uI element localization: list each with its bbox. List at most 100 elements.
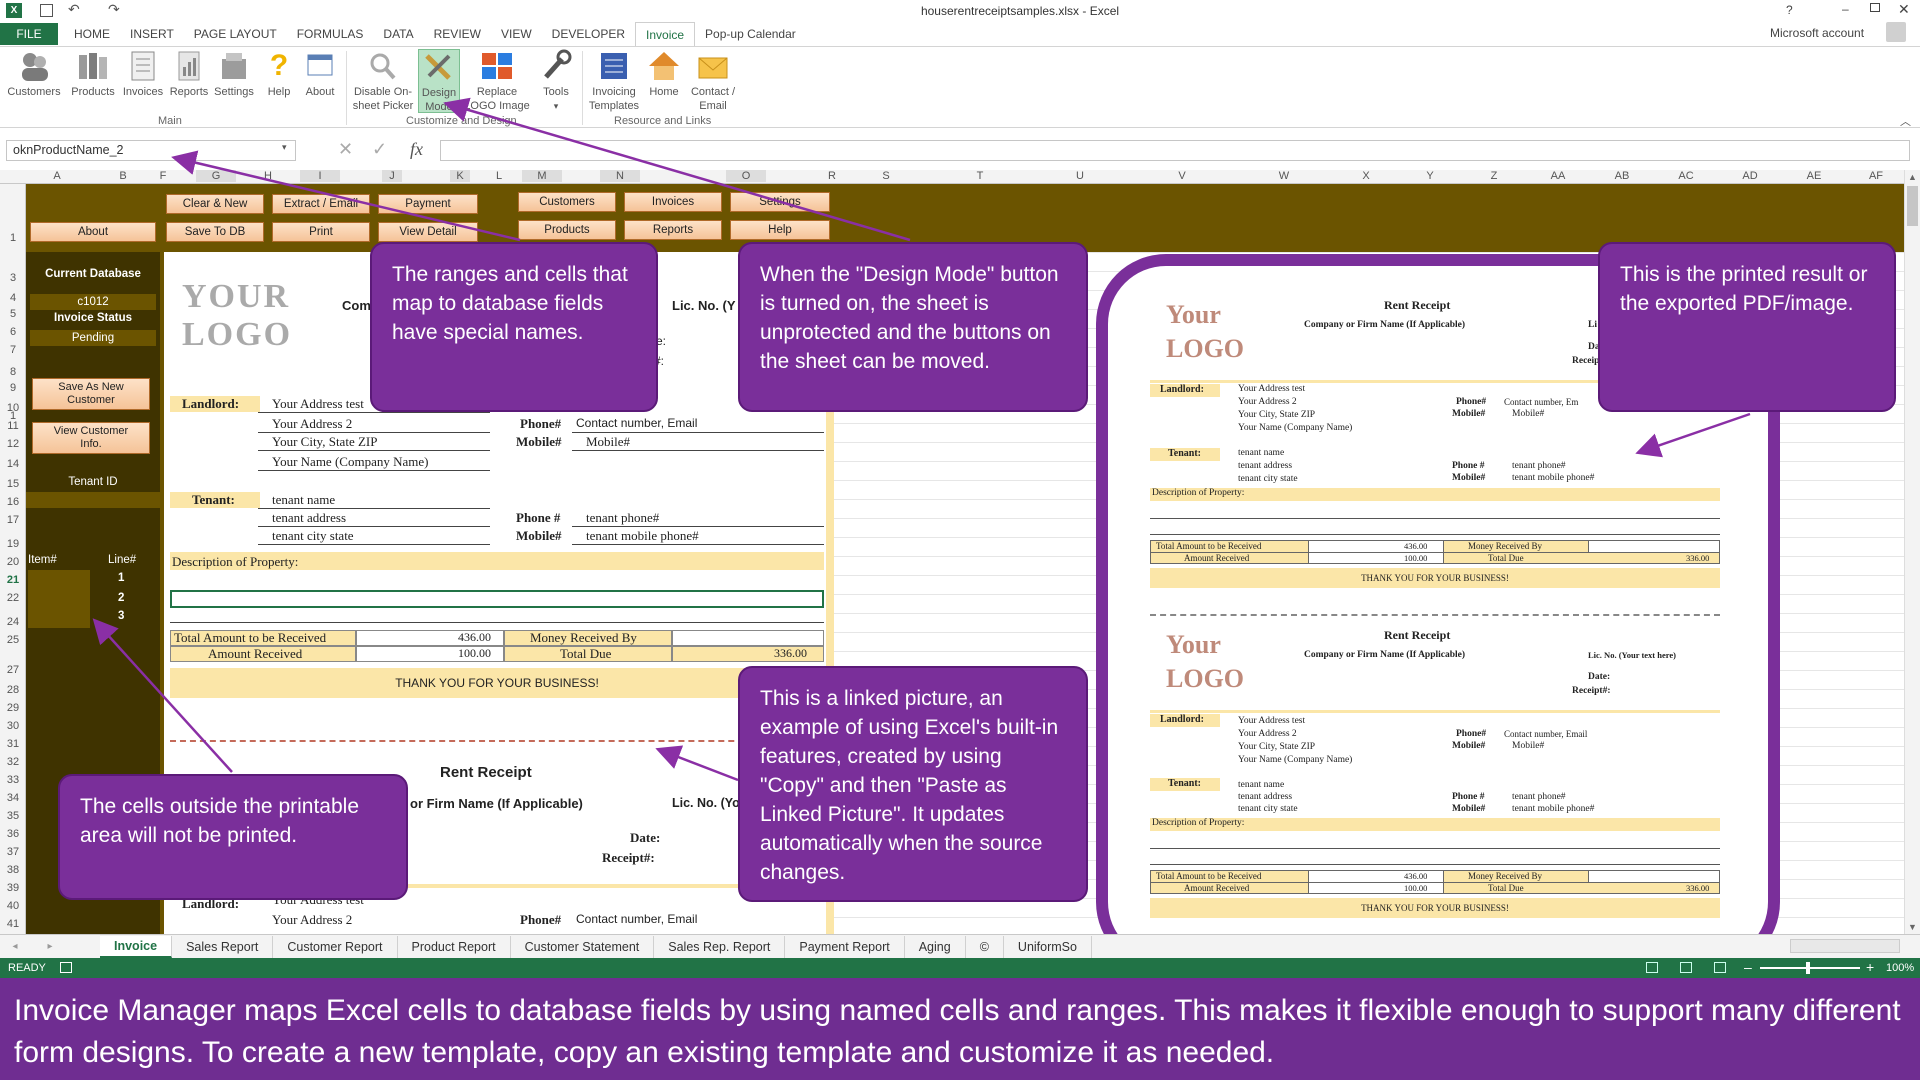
payment-button[interactable]: Payment bbox=[378, 194, 478, 214]
tab-data[interactable]: DATA bbox=[373, 21, 423, 47]
settings-ribbon-button[interactable]: Settings bbox=[210, 49, 258, 99]
landlord-name[interactable]: Your Name (Company Name) bbox=[272, 454, 428, 470]
column-header[interactable]: S bbox=[876, 170, 896, 182]
about-sheet-button[interactable]: About bbox=[30, 222, 156, 242]
reports-sheet-button[interactable]: Reports bbox=[624, 220, 722, 240]
close-icon[interactable]: ✕ bbox=[1898, 1, 1910, 18]
column-header[interactable]: X bbox=[1356, 170, 1376, 182]
page-break-view-icon[interactable] bbox=[1714, 962, 1726, 973]
sheet-tab-sales-rep-report[interactable]: Sales Rep. Report bbox=[654, 935, 786, 958]
clear-new-button[interactable]: Clear & New bbox=[166, 194, 264, 214]
row-number[interactable]: 8 bbox=[0, 366, 26, 378]
row-number[interactable]: 36 bbox=[0, 828, 26, 840]
ribbon-collapse-icon[interactable]: ︿ bbox=[1900, 113, 1911, 129]
sheet-tab-customer-statement[interactable]: Customer Statement bbox=[511, 935, 655, 958]
sheet-tab-sales-report[interactable]: Sales Report bbox=[172, 935, 274, 958]
tenant-phone-value[interactable]: tenant phone# bbox=[586, 510, 659, 526]
disable-picker-button[interactable]: Disable On- sheet Picker bbox=[350, 49, 416, 113]
row-number[interactable]: 24 bbox=[0, 616, 26, 628]
row-number[interactable]: 40 bbox=[0, 900, 26, 912]
column-header[interactable]: AC bbox=[1676, 170, 1696, 182]
column-header[interactable]: AE bbox=[1804, 170, 1824, 182]
tab-formulas[interactable]: FORMULAS bbox=[287, 21, 374, 47]
sheet-tab-customer-report[interactable]: Customer Report bbox=[273, 935, 398, 958]
row-number[interactable]: 38 bbox=[0, 864, 26, 876]
save-to-db-button[interactable]: Save To DB bbox=[166, 222, 264, 242]
save-as-new-customer-button[interactable]: Save As New Customer bbox=[32, 378, 150, 410]
tab-file[interactable]: FILE bbox=[0, 23, 58, 45]
tab-insert[interactable]: INSERT bbox=[120, 21, 184, 47]
sheet-tab-invoice[interactable]: Invoice bbox=[100, 935, 173, 958]
reports-ribbon-button[interactable]: Reports bbox=[166, 49, 212, 99]
about-ribbon-button[interactable]: About bbox=[300, 49, 340, 99]
tenant-address[interactable]: tenant address bbox=[272, 510, 346, 526]
help-ribbon-button[interactable]: ? Help bbox=[260, 49, 298, 99]
landlord-mobile-value[interactable]: Mobile# bbox=[586, 434, 630, 450]
column-header[interactable]: AA bbox=[1548, 170, 1568, 182]
row-number[interactable]: 39 bbox=[0, 882, 26, 894]
zoom-slider[interactable] bbox=[1760, 967, 1860, 969]
zoom-in-icon[interactable]: + bbox=[1866, 959, 1874, 975]
column-header[interactable]: AB bbox=[1612, 170, 1632, 182]
column-header[interactable]: H bbox=[258, 170, 278, 182]
column-header[interactable]: A bbox=[40, 170, 74, 182]
macro-record-icon[interactable] bbox=[60, 962, 72, 973]
customers-sheet-button[interactable]: Customers bbox=[518, 192, 616, 212]
restore-icon[interactable] bbox=[1870, 3, 1880, 12]
replace-logo-button[interactable]: Replace LOGO Image bbox=[462, 49, 532, 113]
landlord-phone-value[interactable]: Contact number, Email bbox=[576, 416, 697, 430]
name-box-dropdown-icon[interactable]: ▾ bbox=[282, 142, 287, 153]
help-icon[interactable]: ? bbox=[1786, 3, 1793, 17]
tenant-name[interactable]: tenant name bbox=[272, 492, 335, 508]
due-value[interactable]: 336.00 bbox=[774, 646, 807, 661]
tab-developer[interactable]: DEVELOPER bbox=[542, 21, 635, 47]
row-number[interactable]: 22 bbox=[0, 592, 26, 604]
row-number[interactable]: 10 bbox=[0, 402, 26, 414]
sheet-tab-copyright[interactable]: © bbox=[966, 935, 1004, 958]
row-number[interactable]: 12 bbox=[0, 438, 26, 450]
row-number[interactable]: 6 bbox=[0, 326, 26, 338]
money-by-value-cell[interactable] bbox=[672, 630, 824, 646]
save-icon[interactable] bbox=[40, 4, 53, 17]
settings-sheet-button[interactable]: Settings bbox=[730, 192, 830, 212]
row-number[interactable]: 4 bbox=[0, 292, 26, 304]
column-header[interactable]: V bbox=[1172, 170, 1192, 182]
row-number[interactable]: 31 bbox=[0, 738, 26, 750]
column-header[interactable]: R bbox=[822, 170, 842, 182]
column-header[interactable]: AD bbox=[1740, 170, 1760, 182]
customers-ribbon-button[interactable]: Customers bbox=[4, 49, 64, 99]
total-value[interactable]: 436.00 bbox=[458, 630, 491, 645]
page-layout-view-icon[interactable] bbox=[1680, 962, 1692, 973]
column-header[interactable]: Y bbox=[1420, 170, 1440, 182]
tab-review[interactable]: REVIEW bbox=[424, 21, 491, 47]
column-header[interactable]: N bbox=[600, 170, 640, 182]
column-header[interactable]: O bbox=[726, 170, 766, 182]
undo-icon[interactable]: ↶ bbox=[68, 1, 80, 18]
tab-popup-calendar[interactable]: Pop-up Calendar bbox=[695, 21, 806, 47]
account-name[interactable]: Microsoft account bbox=[1770, 26, 1864, 40]
row-number[interactable]: 9 bbox=[0, 382, 26, 394]
confirm-entry-icon[interactable]: ✓ bbox=[372, 139, 387, 160]
tab-view[interactable]: VIEW bbox=[491, 21, 542, 47]
row-number[interactable]: 15 bbox=[0, 478, 26, 490]
zoom-slider-thumb[interactable] bbox=[1806, 962, 1810, 974]
row-number[interactable]: 1 bbox=[0, 232, 26, 244]
row-number[interactable]: 34 bbox=[0, 792, 26, 804]
row-number[interactable]: 33 bbox=[0, 774, 26, 786]
horizontal-scrollbar[interactable] bbox=[1790, 939, 1900, 953]
tenant-mobile-value[interactable]: tenant mobile phone# bbox=[586, 528, 699, 544]
sheet-tab-product-report[interactable]: Product Report bbox=[398, 935, 511, 958]
landlord-address-1[interactable]: Your Address test bbox=[272, 396, 364, 412]
redo-icon[interactable]: ↷ bbox=[108, 1, 120, 18]
row-number[interactable]: 25 bbox=[0, 634, 26, 646]
column-header[interactable]: G bbox=[196, 170, 236, 182]
row-number[interactable]: 21 bbox=[0, 574, 26, 586]
row-number[interactable]: 19 bbox=[0, 538, 26, 550]
invoices-ribbon-button[interactable]: Invoices bbox=[118, 49, 168, 99]
row-number[interactable]: 27 bbox=[0, 664, 26, 676]
row-number[interactable]: 16 bbox=[0, 496, 26, 508]
design-mode-button[interactable]: Design Mode bbox=[418, 49, 460, 113]
normal-view-icon[interactable] bbox=[1646, 962, 1658, 973]
tab-scroll-left-icon[interactable]: ◂ bbox=[0, 941, 30, 952]
row-number[interactable]: 3 bbox=[0, 272, 26, 284]
